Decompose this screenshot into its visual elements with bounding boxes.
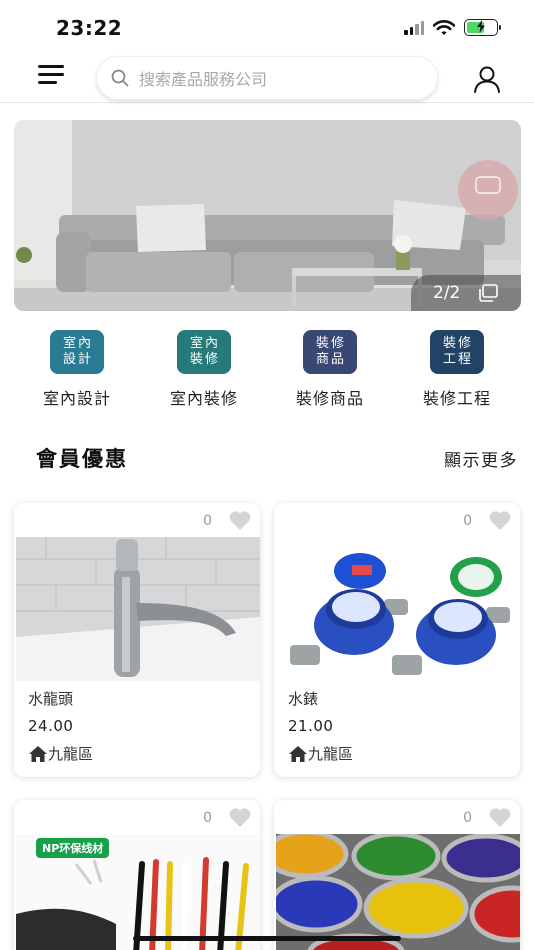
product-price: 24.00 [28,717,74,735]
search-input[interactable]: 搜索產品服務公司 [96,56,438,100]
home-icon [289,745,307,762]
home-indicator[interactable] [133,936,401,941]
renovation-works-icon: 裝修 工程 [430,330,484,374]
promo-banner[interactable]: 2/2 [14,120,521,311]
user-icon[interactable] [472,64,502,94]
product-card[interactable]: 0 水錶 21.00 九龍區 [274,503,520,777]
status-icons [404,19,501,36]
interior-renovation-icon: 室內 裝修 [177,330,231,374]
product-card[interactable]: 0 [274,800,520,950]
banner-counter: 2/2 [411,275,521,311]
product-location: 九龍區 [288,743,353,764]
banner-page-indicator: 2/2 [433,283,461,303]
product-name: 水錶 [288,690,319,708]
like-count: 0 [203,810,212,826]
search-placeholder: 搜索產品服務公司 [139,70,268,89]
heart-icon[interactable] [488,509,512,531]
home-icon [29,745,47,762]
category-interior-renovation[interactable]: 室內 裝修 室內裝修 [144,330,264,409]
status-time: 23:22 [56,16,123,40]
gallery-icon[interactable] [478,284,499,302]
menu-button[interactable] [36,62,68,88]
heart-icon[interactable] [228,806,252,828]
product-price: 21.00 [288,717,334,735]
category-renovation-products[interactable]: 裝修 商品 裝修商品 [270,330,390,409]
category-label: 室內設計 [42,389,111,408]
menu-icon [38,65,64,68]
status-bar: 23:22 [0,0,534,52]
renovation-products-icon: 裝修 商品 [303,330,357,374]
show-more-link[interactable]: 顯示更多 [444,446,518,471]
search-icon [111,69,129,87]
product-image [16,537,260,681]
battery-icon [464,19,501,36]
category-label: 裝修商品 [295,389,364,408]
like-count: 0 [203,513,212,529]
section-title: 會員優惠 [36,447,128,471]
category-interior-design[interactable]: 室內 設計 室內設計 [17,330,137,409]
category-grid: 室內 設計 室內設計 室內 裝修 室內裝修 裝修 商品 裝修商品 裝修 工程 裝修工程 [0,330,534,410]
app-header: 搜索產品服務公司 [0,52,534,103]
product-card[interactable]: 0 水龍頭 24.00 九龍區 [14,503,260,777]
category-label: 室內裝修 [169,389,238,408]
product-badge: NP环保线材 [36,838,110,858]
product-image: NP环保线材 [16,834,260,950]
category-label: 裝修工程 [422,389,491,408]
wifi-icon [433,19,455,35]
heart-icon[interactable] [488,806,512,828]
category-renovation-works[interactable]: 裝修 工程 裝修工程 [397,330,517,409]
product-card[interactable]: 0 NP环保线材 [14,800,260,950]
like-count: 0 [463,810,472,826]
product-image [276,537,520,681]
heart-icon[interactable] [228,509,252,531]
like-count: 0 [463,513,472,529]
product-name: 水龍頭 [28,690,74,708]
product-image [276,834,520,950]
signal-icon [404,20,424,35]
interior-design-icon: 室內 設計 [50,330,104,374]
product-location: 九龍區 [28,743,93,764]
